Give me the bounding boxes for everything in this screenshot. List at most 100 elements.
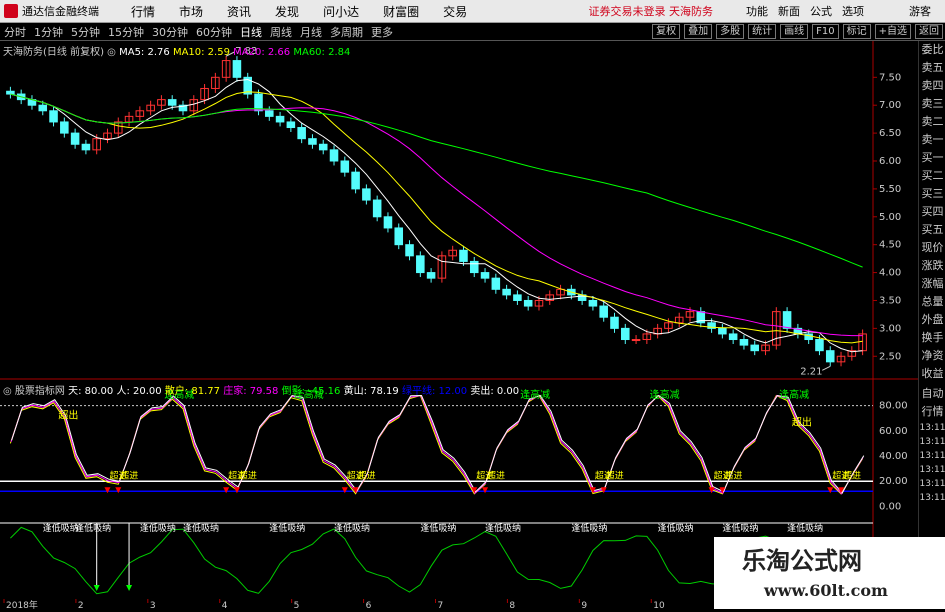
period-5m[interactable]: 5分钟 (71, 24, 100, 40)
indicator-legend: ◎ 股票指标网 天: 80.00 人: 20.00 散户: 81.77 庄家: … (3, 382, 519, 397)
price-tick-label: 3.00 (879, 323, 901, 334)
sidebar-item-bid1[interactable]: 买一 (919, 149, 945, 167)
period-60m[interactable]: 60分钟 (196, 24, 232, 40)
candle-body (308, 138, 317, 145)
signal-in: 超进 (358, 470, 376, 482)
sidebar-item-volume[interactable]: 总量 (919, 293, 945, 311)
sidebar-item-ask2[interactable]: 卖二 (919, 113, 945, 131)
btn-stats[interactable]: 统计 (748, 24, 777, 39)
signal-in: 超进 (239, 470, 257, 482)
period-day[interactable]: 日线 (240, 24, 262, 40)
sidebar-time: 13:11 (919, 423, 945, 433)
ind-ren: 人: 20.00 (116, 386, 162, 397)
x-tick-label: 4 (222, 601, 228, 609)
price-tick-label: 4.00 (879, 268, 901, 279)
candle-body (610, 316, 619, 329)
sidebar-item-earnings[interactable]: 收益 (919, 365, 945, 383)
candle-body (81, 143, 91, 151)
sidebar-item-outer[interactable]: 外盘 (919, 311, 945, 329)
x-tick-label: 9 (581, 601, 587, 609)
menu-item-discover[interactable]: 发现 (275, 3, 299, 20)
menu-item-market[interactable]: 行情 (131, 3, 155, 20)
period-30m[interactable]: 30分钟 (152, 24, 188, 40)
indicator-tick-label: 60.00 (879, 426, 908, 437)
candle-body (232, 60, 242, 78)
sidebar-item-netasset[interactable]: 净资 (919, 347, 945, 365)
price-tick-label: 2.50 (879, 351, 901, 362)
x-tick-label: 8 (509, 601, 515, 609)
sidebar-auto[interactable]: 自动 (919, 385, 945, 403)
period-tick[interactable]: 分时 (4, 24, 26, 40)
sidebar-time: 13:11 (919, 465, 945, 475)
candle-body (329, 149, 339, 162)
sidebar-item-bid5[interactable]: 买五 (919, 221, 945, 239)
btn-draw[interactable]: 画线 (780, 24, 809, 39)
menu-item-news[interactable]: 资讯 (227, 3, 251, 20)
period-1m[interactable]: 1分钟 (34, 24, 63, 40)
menu-options[interactable]: 选项 (842, 3, 864, 19)
period-more[interactable]: 更多 (371, 24, 393, 40)
sidebar-item-ask4[interactable]: 卖四 (919, 77, 945, 95)
btn-f10[interactable]: F10 (812, 24, 839, 39)
sidebar-quote[interactable]: 行情 (919, 403, 945, 421)
indicator-tick-label: 40.00 (879, 451, 908, 462)
period-toolbar: 分时 1分钟 5分钟 15分钟 30分钟 60分钟 日线 周线 月线 多周期 更… (0, 23, 945, 41)
sidebar-time: 13:11 (919, 451, 945, 461)
period-week[interactable]: 周线 (270, 24, 292, 40)
guest-label[interactable]: 游客 (909, 3, 931, 19)
signal-reduce: 逢高减 (520, 388, 550, 401)
period-15m[interactable]: 15分钟 (108, 24, 144, 40)
period-multi[interactable]: 多周期 (330, 24, 363, 40)
candle-body (469, 260, 479, 274)
candle-body (502, 288, 511, 296)
price-tick-label: 6.50 (879, 128, 901, 139)
btn-back[interactable]: 返回 (915, 24, 943, 39)
kline-chart[interactable]: 7.50 7.00 6.50 6.00 5.50 5.00 4.50 4.00 3.50 3.00… (0, 41, 918, 599)
indicator-settings-icon[interactable]: ◎ (3, 386, 12, 397)
ma60-line (10, 93, 863, 268)
sidebar-item-turnover[interactable]: 换手 (919, 329, 945, 347)
sidebar-item-change[interactable]: 涨跌 (919, 257, 945, 275)
btn-adjust[interactable]: 复权 (652, 24, 681, 39)
btn-add-watch[interactable]: +自选 (874, 24, 911, 39)
sidebar-item-bid4[interactable]: 买四 (919, 203, 945, 221)
signal-in: 超进 (843, 470, 861, 482)
signal-out: 超出 (792, 415, 812, 428)
menu-item-ask[interactable]: 问小达 (323, 3, 359, 20)
candle-body (599, 305, 608, 318)
buy-arrow-icon (341, 487, 348, 494)
candle-body (491, 277, 501, 290)
sidebar-item-ask3[interactable]: 卖三 (919, 95, 945, 113)
sidebar-item-ask5[interactable]: 卖五 (919, 59, 945, 77)
candle-body (265, 110, 274, 117)
x-tick-label: 5 (294, 601, 300, 609)
app-logo-icon (4, 4, 18, 18)
menu-new-page[interactable]: 新面 (778, 3, 800, 19)
x-tick-label: 3 (150, 601, 156, 609)
low-marker-line (822, 365, 831, 371)
sidebar-item-ask1[interactable]: 卖一 (919, 131, 945, 149)
sidebar-item-bid2[interactable]: 买二 (919, 167, 945, 185)
signal-in: 超进 (120, 470, 138, 482)
menu-bar: 通达信金融终端 行情 市场 资讯 发现 问小达 财富圈 交易 证券交易未登录 天… (0, 0, 945, 23)
btn-overlay[interactable]: 叠加 (684, 24, 713, 39)
candle-body (815, 339, 824, 352)
sidebar-item-price[interactable]: 现价 (919, 239, 945, 257)
legend-settings-icon[interactable]: ◎ (107, 47, 116, 58)
sidebar-item-weibi[interactable]: 委比 (919, 41, 945, 59)
ind-lvping: 绿平线: 12.00 (401, 386, 468, 397)
x-tick-label: 6 (366, 601, 372, 609)
main-legend: 天海防务(日线 前复权) ◎ MA5: 2.76 MA10: 2.59 MA20… (3, 43, 350, 58)
sidebar-item-pct[interactable]: 涨幅 (919, 275, 945, 293)
chart-area[interactable]: 7.50 7.00 6.50 6.00 5.50 5.00 4.50 4.00 3.50 3.00… (0, 41, 918, 599)
menu-item-wealth[interactable]: 财富圈 (383, 3, 419, 20)
sidebar-item-bid3[interactable]: 买三 (919, 185, 945, 203)
menu-formula[interactable]: 公式 (810, 3, 832, 19)
menu-item-trade[interactable]: 交易 (443, 3, 467, 20)
btn-mark[interactable]: 标记 (842, 24, 871, 39)
btn-multi-stock[interactable]: 多股 (716, 24, 745, 39)
period-month[interactable]: 月线 (300, 24, 322, 40)
menu-item-exchange[interactable]: 市场 (179, 3, 203, 20)
menu-function[interactable]: 功能 (746, 3, 768, 19)
signal-low-buy: 逢低吸纳 (334, 522, 370, 534)
